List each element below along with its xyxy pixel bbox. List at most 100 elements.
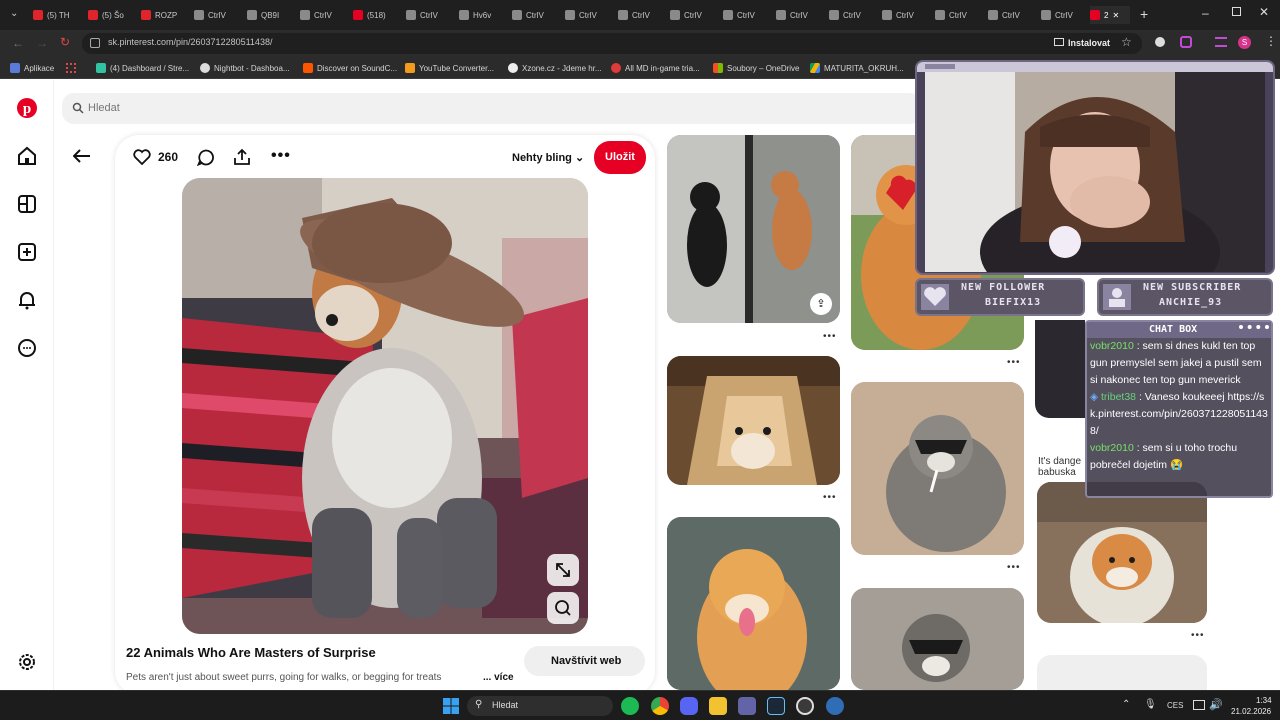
microphone-icon[interactable]: 🎙	[1144, 699, 1157, 710]
pin-cat-fox-window[interactable]: ⇪	[667, 135, 840, 323]
board-selector[interactable]: Nehty bling ⌄	[512, 151, 584, 164]
bookmark-star-icon[interactable]: ☆	[1121, 35, 1132, 49]
discord-icon[interactable]	[680, 697, 698, 715]
obs-icon[interactable]	[796, 697, 814, 715]
language-indicator[interactable]: CES	[1167, 701, 1183, 710]
spotify-icon[interactable]	[621, 697, 639, 715]
create-icon[interactable]	[15, 240, 39, 264]
profile-avatar[interactable]: S	[1238, 36, 1251, 49]
browser-tab[interactable]: Hv6v	[459, 6, 507, 24]
minimize-button[interactable]: –	[1202, 6, 1209, 20]
extension-icon[interactable]	[1155, 37, 1165, 47]
share-icon[interactable]	[233, 148, 251, 166]
browser-tab[interactable]: 2 ✕	[1090, 6, 1130, 24]
share-pin-button[interactable]: ⇪	[810, 293, 832, 315]
cursor-app-icon[interactable]	[826, 697, 844, 715]
search-bar[interactable]: Hledat	[62, 93, 922, 124]
site-info-icon[interactable]	[90, 38, 100, 48]
home-icon[interactable]	[15, 144, 39, 168]
back-arrow-icon[interactable]	[73, 149, 91, 163]
notifications-bell-icon[interactable]	[15, 288, 39, 312]
expand-image-button[interactable]	[547, 554, 579, 586]
browser-tab[interactable]: CtrlV	[670, 6, 718, 24]
bookmark-apps[interactable]: Aplikace	[10, 61, 54, 75]
pinterest-logo-icon[interactable]: p	[15, 96, 39, 120]
pin-fox-tongue[interactable]	[667, 517, 840, 690]
read-more-link[interactable]: ... více	[483, 672, 514, 683]
back-arrow-icon[interactable]: ←	[12, 36, 24, 50]
steam-icon[interactable]	[767, 697, 785, 715]
browser-tab[interactable]: CtrlV	[565, 6, 613, 24]
comment-icon[interactable]	[197, 149, 214, 166]
browser-tab[interactable]: CtrlV	[300, 6, 348, 24]
taskbar-search[interactable]: ⚲ Hledat	[467, 696, 613, 716]
tray-chevron-icon[interactable]: ⌃	[1122, 699, 1130, 710]
install-button[interactable]: Instalovat	[1068, 38, 1110, 48]
file-explorer-icon[interactable]	[709, 697, 727, 715]
bookmark-xzone[interactable]: Xzone.cz - Jdeme hr...	[508, 61, 602, 75]
bookmark-youtube-converter[interactable]: YouTube Converter...	[405, 61, 494, 75]
new-tab-button[interactable]: +	[1140, 6, 1148, 22]
browser-tab[interactable]: CtrlV	[882, 6, 930, 24]
pin-more-options-icon[interactable]: •••	[823, 492, 837, 503]
pin-fox-scarf[interactable]	[1037, 482, 1207, 623]
grid-icon[interactable]	[66, 63, 76, 73]
close-tab-icon[interactable]: ✕	[1112, 11, 1119, 20]
url-field[interactable]: sk.pinterest.com/pin/2603712280511438/	[82, 33, 1142, 54]
browser-tab[interactable]: CtrlV	[935, 6, 983, 24]
pin-more-options-icon[interactable]: •••	[1007, 562, 1021, 573]
clock-date[interactable]: 21.02.2026	[1231, 707, 1271, 716]
browser-tab[interactable]: CtrlV	[776, 6, 824, 24]
maximize-button[interactable]	[1232, 7, 1241, 16]
clock-time[interactable]: 1:34	[1256, 696, 1272, 705]
media-icon[interactable]	[1215, 37, 1227, 47]
browser-tab[interactable]: CtrlV	[1041, 6, 1089, 24]
browser-tab[interactable]: (518)	[353, 6, 401, 24]
pin-raccoon-sitting[interactable]	[851, 588, 1024, 690]
browser-tab[interactable]: (5) TH	[33, 6, 81, 24]
browser-tab[interactable]: (5) Šo	[88, 6, 136, 24]
browser-tab[interactable]: CtrlV	[406, 6, 454, 24]
forward-arrow-icon[interactable]: →	[36, 36, 48, 50]
network-icon[interactable]	[1193, 700, 1205, 710]
settings-gear-icon[interactable]	[15, 650, 39, 674]
bookmark-md-triangle[interactable]: All MD in-game tria...	[611, 61, 700, 75]
browser-tab[interactable]: CtrlV	[988, 6, 1036, 24]
browser-tab[interactable]: CtrlV	[618, 6, 666, 24]
volume-icon[interactable]: 🔊	[1209, 698, 1223, 711]
bookmark-nightbot[interactable]: Nightbot - Dashboa...	[200, 61, 290, 75]
messages-icon[interactable]	[15, 336, 39, 360]
extension-puzzle-icon[interactable]	[1180, 36, 1192, 48]
explore-icon[interactable]	[15, 192, 39, 216]
bookmark-soundcloud[interactable]: Discover on SoundC...	[303, 61, 397, 75]
teams-icon[interactable]	[738, 697, 756, 715]
browser-tab[interactable]: CtrlV	[512, 6, 560, 24]
close-window-button[interactable]: ✕	[1259, 5, 1269, 19]
pin-partial-dark[interactable]	[1035, 320, 1085, 418]
pin-more-options-icon[interactable]: •••	[823, 331, 837, 342]
save-button[interactable]: Uložit	[594, 141, 646, 174]
visual-search-button[interactable]	[547, 592, 579, 624]
browser-tab[interactable]: CtrlV	[194, 6, 242, 24]
bookmark-dashboard[interactable]: (4) Dashboard / Stre...	[96, 61, 189, 75]
pin-raccoon-cigarette[interactable]	[851, 382, 1024, 555]
chrome-icon[interactable]	[651, 697, 669, 715]
install-app-icon[interactable]	[1054, 38, 1064, 46]
browser-tab[interactable]: ROZP	[141, 6, 189, 24]
browser-tab[interactable]: CtrlV	[723, 6, 771, 24]
reload-icon[interactable]: ↻	[60, 35, 70, 49]
windows-start-icon[interactable]	[443, 698, 459, 714]
browser-menu-icon[interactable]: ⋮	[1265, 34, 1277, 48]
browser-tab[interactable]: QB9I	[247, 6, 295, 24]
search-input[interactable]: Hledat	[88, 102, 120, 114]
browser-tab[interactable]: CtrlV	[829, 6, 877, 24]
more-options-icon[interactable]: •••	[271, 147, 291, 165]
pin-placeholder[interactable]	[1037, 655, 1207, 690]
bookmark-onedrive[interactable]: Soubory – OneDrive	[713, 61, 799, 75]
pin-more-options-icon[interactable]: •••	[1191, 630, 1205, 641]
pin-image[interactable]	[182, 178, 588, 634]
pin-fox-bread[interactable]	[667, 356, 840, 485]
heart-icon[interactable]	[133, 149, 151, 165]
bookmark-maturita[interactable]: MATURITA_OKRUH...	[810, 61, 904, 75]
visit-site-button[interactable]: Navštívit web	[524, 646, 645, 676]
